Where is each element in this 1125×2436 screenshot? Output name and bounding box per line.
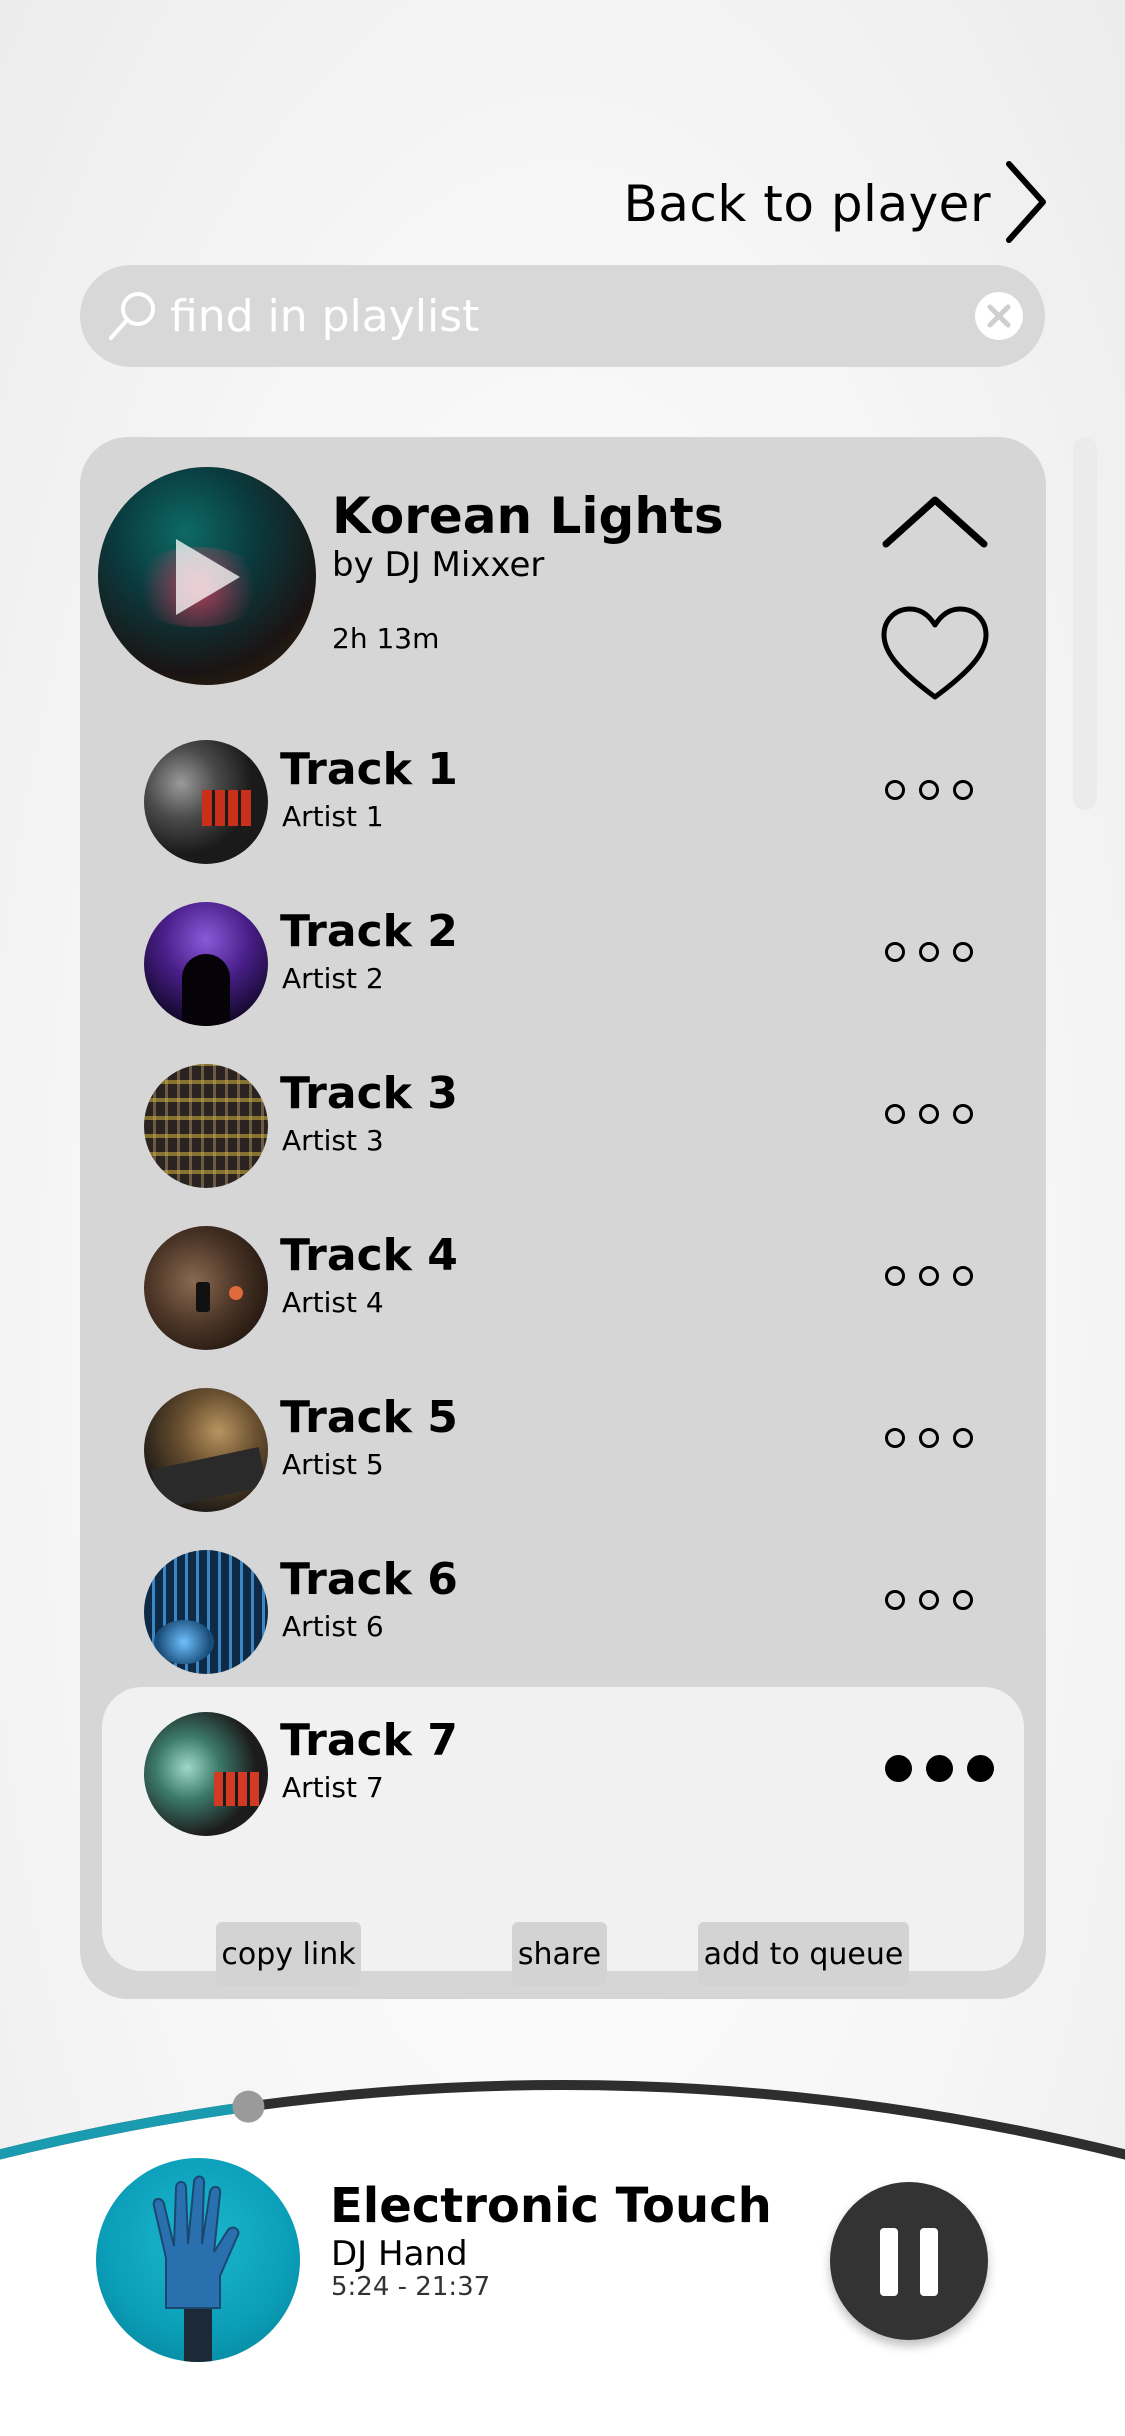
pause-button[interactable] [830,2182,988,2340]
hand-image [152,2175,240,2362]
progress-handle[interactable] [232,2090,265,2123]
track-artist: Artist 5 [282,1448,384,1481]
share-button[interactable]: share [512,1922,607,1986]
track-artist: Artist 7 [282,1771,384,1804]
more-icon[interactable] [885,942,973,962]
playlist-duration: 2h 13m [332,622,440,655]
add-to-queue-button[interactable]: add to queue [698,1922,909,1986]
chevron-up-icon[interactable] [880,492,990,556]
track-title: Track 1 [280,744,458,795]
search-input[interactable] [170,265,950,367]
playlist-artist: by DJ Mixxer [332,545,545,585]
now-playing-time: 5:24 - 21:37 [331,2272,491,2302]
search-icon [106,289,160,347]
track-row[interactable]: Track 6 Artist 6 [80,1532,1046,1694]
track-title: Track 2 [280,906,458,957]
track-thumbnail [144,740,268,864]
scrollbar[interactable] [1073,437,1097,810]
track-row-expanded[interactable]: Track 7 Artist 7 copy link share add to … [102,1687,1024,1986]
play-icon [176,539,240,615]
more-icon[interactable] [885,1428,973,1448]
clear-icon[interactable] [975,292,1023,340]
now-playing-cover[interactable] [96,2158,300,2362]
more-icon[interactable] [885,780,973,800]
track-artist: Artist 2 [282,962,384,995]
more-icon[interactable] [885,1266,973,1286]
track-title: Track 7 [280,1715,458,1766]
more-icon[interactable] [885,1590,973,1610]
track-thumbnail [144,1388,268,1512]
back-to-player-link[interactable]: Back to player [623,160,1047,248]
heart-icon[interactable] [880,605,990,709]
track-thumbnail [144,1712,268,1836]
track-artist: Artist 3 [282,1124,384,1157]
track-thumbnail [144,902,268,1026]
playlist-title: Korean Lights [332,487,724,545]
now-playing-artist: DJ Hand [331,2234,468,2274]
track-thumbnail [144,1226,268,1350]
track-row[interactable]: Track 1 Artist 1 [80,722,1046,884]
more-icon[interactable] [885,1755,994,1782]
track-row[interactable]: Track 2 Artist 2 [80,884,1046,1046]
track-artist: Artist 1 [282,800,384,833]
track-thumbnail [144,1550,268,1674]
more-icon[interactable] [885,1104,973,1124]
track-thumbnail [144,1064,268,1188]
track-row[interactable]: Track 4 Artist 4 [80,1208,1046,1370]
playlist-panel: Korean Lights by DJ Mixxer 2h 13m Track … [80,437,1046,1999]
copy-link-button[interactable]: copy link [216,1922,361,1986]
track-artist: Artist 4 [282,1286,384,1319]
track-artist: Artist 6 [282,1610,384,1643]
back-to-player-label: Back to player [623,175,991,233]
track-row[interactable]: Track 3 Artist 3 [80,1046,1046,1208]
search-bar [80,265,1045,367]
track-title: Track 6 [280,1554,458,1605]
now-playing-title: Electronic Touch [330,2178,772,2234]
track-title: Track 3 [280,1068,458,1119]
playlist-cover[interactable] [98,467,316,685]
chevron-right-icon [1005,160,1047,248]
track-row[interactable]: Track 5 Artist 5 [80,1370,1046,1532]
track-title: Track 5 [280,1392,458,1443]
track-title: Track 4 [280,1230,458,1281]
